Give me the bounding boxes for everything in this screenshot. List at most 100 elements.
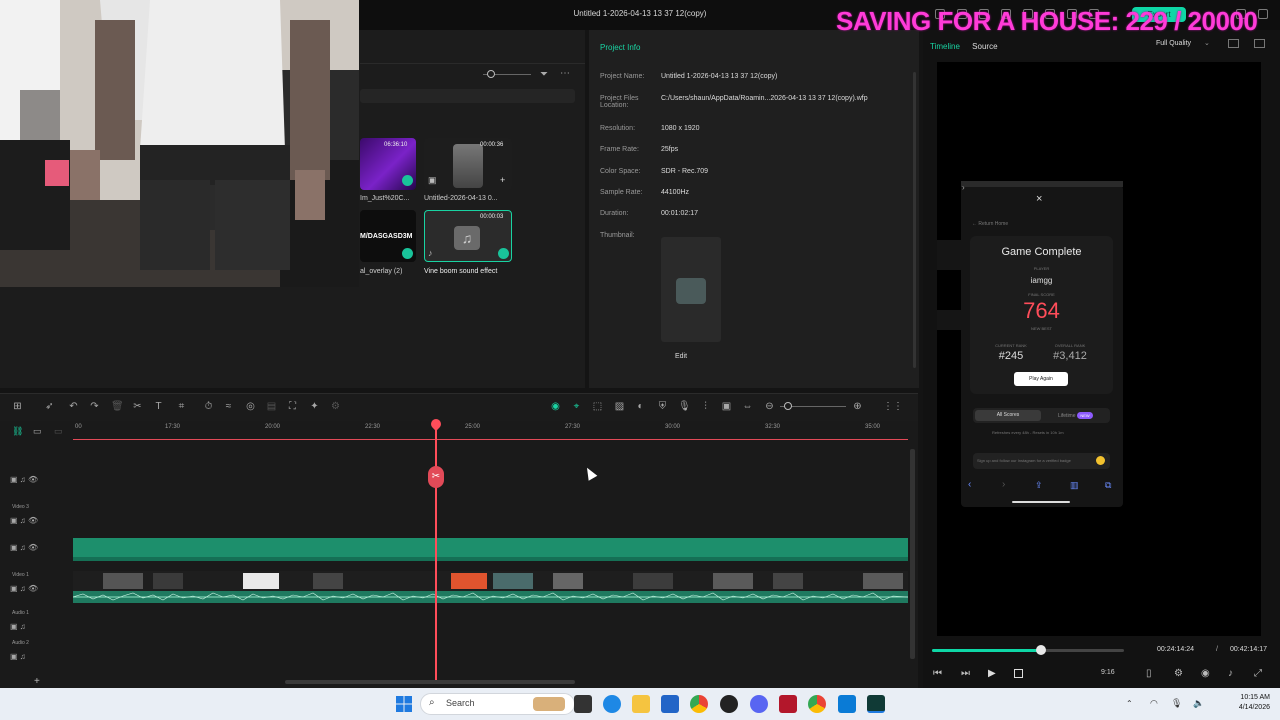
text-icon[interactable]: T	[153, 401, 164, 412]
more-icon[interactable]: ⋯	[560, 68, 570, 79]
zoom-knob[interactable]	[784, 402, 792, 410]
check-icon	[402, 175, 413, 186]
track-controls[interactable]: ▣ ♫ 👁	[10, 584, 38, 593]
overlay-clip[interactable]	[73, 538, 908, 557]
browser-forward-icon[interactable]: ›	[1002, 479, 1005, 490]
timeline-vertical-scrollbar[interactable]	[910, 449, 915, 659]
check-icon	[402, 248, 413, 259]
mask-icon[interactable]: ▤	[266, 401, 277, 412]
chrome-profile-icon[interactable]	[808, 695, 826, 713]
chrome-icon[interactable]	[690, 695, 708, 713]
quality-select[interactable]: Full Quality	[1156, 40, 1191, 47]
discord-icon[interactable]	[750, 695, 768, 713]
color-icon[interactable]: ◐	[635, 401, 646, 412]
redo-icon[interactable]: ↷	[89, 401, 100, 412]
link-icon[interactable]: ⛓	[12, 426, 23, 437]
magnet-icon[interactable]: ⌖	[571, 401, 582, 412]
edge-icon[interactable]	[603, 695, 621, 713]
edit-thumbnail-button[interactable]: Edit	[661, 353, 701, 360]
playback-scrubber[interactable]	[1036, 645, 1046, 655]
marker-icon[interactable]: ⬚	[592, 401, 603, 412]
window-close-icon[interactable]	[1258, 9, 1268, 19]
track-controls[interactable]: ▣ ♫	[10, 622, 26, 631]
fullscreen-icon[interactable]: ⤢	[1254, 668, 1262, 679]
tab-all-scores[interactable]: All Scores	[975, 410, 1041, 421]
mic-icon[interactable]: 🎙	[1171, 698, 1182, 709]
system-clock[interactable]: 10:15 AM 4/14/2026	[1200, 693, 1270, 713]
layout-icon[interactable]: ⊞	[12, 401, 23, 412]
add-icon[interactable]: +	[500, 175, 505, 185]
select-tool-icon[interactable]: ➶	[44, 401, 55, 412]
effects-icon[interactable]: ▨	[614, 401, 625, 412]
grid-view-icon[interactable]: ⋮⋮	[883, 401, 903, 412]
compare-icon[interactable]	[1228, 39, 1239, 48]
overlay-clip-audio[interactable]	[73, 557, 908, 561]
speed-icon[interactable]: ⏱	[203, 401, 214, 412]
track-settings-icon[interactable]: ▭	[33, 426, 42, 437]
obs-icon[interactable]	[720, 695, 738, 713]
ai-icon[interactable]: ◎	[245, 401, 256, 412]
fit-icon[interactable]: ⇔	[742, 401, 753, 412]
tab-timeline[interactable]: Timeline	[930, 42, 960, 51]
playhead-line[interactable]	[435, 420, 437, 682]
filter-icon[interactable]: ⏷	[540, 69, 548, 80]
snap-icon[interactable]: ◉	[550, 401, 561, 412]
snapshot-icon[interactable]	[1254, 39, 1265, 48]
info-scrollbar[interactable]	[913, 72, 916, 368]
delete-icon[interactable]: 🗑	[111, 401, 124, 412]
store-icon[interactable]	[661, 695, 679, 713]
windows-start-icon[interactable]	[396, 696, 412, 712]
play-icon[interactable]: ▶	[988, 668, 996, 679]
track-controls[interactable]: ▣ ♫ 👁	[10, 475, 38, 484]
pip-icon[interactable]: ▣	[721, 401, 732, 412]
play-again-button[interactable]: Play Again	[1014, 372, 1068, 386]
timeline-ruler[interactable]	[73, 421, 908, 439]
undo-icon[interactable]: ↶	[68, 401, 79, 412]
chevron-up-icon[interactable]: ⌃	[1126, 699, 1133, 708]
file-explorer-icon[interactable]	[632, 695, 650, 713]
video-clip[interactable]	[73, 571, 908, 591]
scissors-icon[interactable]: ✂	[428, 466, 444, 488]
track-controls[interactable]: ▣ ♫ 👁	[10, 543, 38, 552]
wifi-icon[interactable]: ◠	[1150, 698, 1158, 709]
stop-icon[interactable]	[1014, 669, 1023, 678]
track-controls[interactable]: ▣ ♫ 👁	[10, 516, 38, 525]
render-icon[interactable]: ▯	[1146, 668, 1152, 679]
share-icon[interactable]: ⇪	[1035, 480, 1043, 491]
filmora-icon[interactable]	[867, 695, 885, 713]
timeline-horizontal-scrollbar[interactable]	[285, 680, 575, 684]
track-controls[interactable]: ▣ ♫	[10, 652, 26, 661]
split-icon[interactable]: ✂	[132, 401, 143, 412]
camera-icon[interactable]: ◉	[1201, 668, 1210, 679]
shield-icon[interactable]: ⛨	[657, 401, 668, 412]
task-view-icon[interactable]	[574, 695, 592, 713]
tab-lifetime[interactable]: Lifetime	[1058, 413, 1076, 419]
browser-back-icon[interactable]: ‹	[968, 479, 971, 490]
audio-stretch-icon[interactable]: ≈	[223, 401, 234, 412]
zoom-in-icon[interactable]: ⊕	[852, 401, 863, 412]
more-tools-icon[interactable]: ⚙	[330, 401, 341, 412]
volume-icon[interactable]: ♪	[1228, 668, 1233, 679]
add-track-button[interactable]: +	[34, 676, 40, 687]
slider-knob[interactable]	[487, 70, 495, 78]
ai-tools-icon[interactable]: ✦	[309, 401, 320, 412]
next-frame-icon[interactable]: ⏭	[961, 668, 970, 679]
mixer-icon[interactable]: ⫶	[700, 401, 711, 412]
frame-icon[interactable]: ⛶	[287, 401, 298, 412]
tabs-icon[interactable]: ⧉	[1105, 480, 1111, 491]
prev-frame-icon[interactable]: ⏮	[933, 668, 942, 679]
crop-icon[interactable]: ⌗	[176, 401, 187, 412]
acrobat-icon[interactable]	[779, 695, 797, 713]
bookmarks-icon[interactable]: ▥	[1070, 480, 1079, 491]
close-icon[interactable]: ×	[1036, 193, 1042, 205]
photos-icon[interactable]	[838, 695, 856, 713]
mic-icon[interactable]: 🎙	[678, 401, 691, 412]
return-home-link[interactable]: ← Return Home	[972, 221, 1008, 227]
tab-source[interactable]: Source	[972, 42, 997, 51]
aspect-ratio-select[interactable]: 9:16	[1101, 669, 1115, 676]
audio-waveform[interactable]	[72, 591, 909, 603]
media-search-bar[interactable]	[360, 89, 575, 103]
track-lock-icon[interactable]: ▭	[54, 426, 63, 437]
settings-icon[interactable]: ⚙	[1174, 668, 1183, 679]
zoom-out-icon[interactable]: ⊖	[764, 401, 775, 412]
